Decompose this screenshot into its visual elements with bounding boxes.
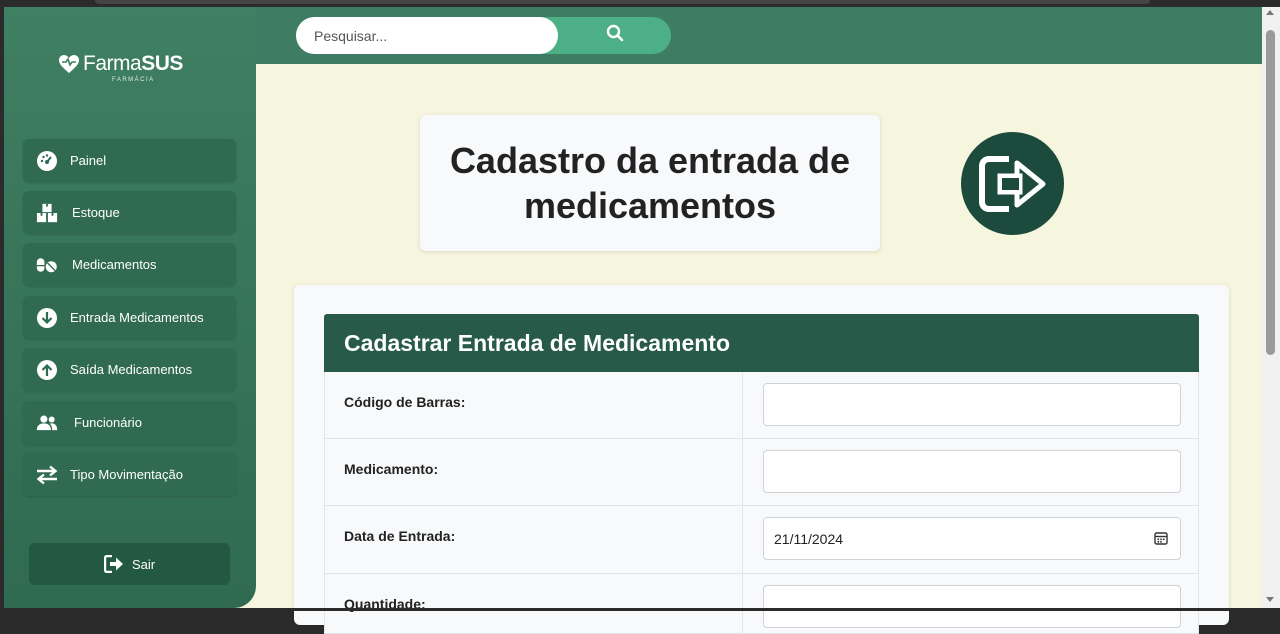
boxes-icon [36, 202, 58, 224]
scrollbar-thumb[interactable] [1266, 30, 1275, 355]
form-row-data-entrada: Data de Entrada: 21/11/2024 [324, 506, 1199, 574]
logo[interactable]: FarmaSUS [58, 52, 183, 76]
entry-date-value: 21/11/2024 [774, 530, 844, 547]
form-row-quantidade: Quantidade: [324, 574, 1199, 634]
entry-date-input[interactable]: 21/11/2024 [763, 517, 1181, 560]
form-header: Cadastrar Entrada de Medicamento [324, 314, 1199, 372]
arrow-down-circle-icon [36, 307, 58, 329]
field-label: Código de Barras: [325, 372, 743, 438]
sidebar-item-label: Medicamentos [72, 257, 157, 272]
logo-brand-regular: Farma [83, 52, 142, 75]
page-title-line1: Cadastro da entrada de [449, 140, 851, 181]
scroll-up-arrow-icon[interactable] [1266, 10, 1274, 15]
sidebar-item-label: Tipo Movimentação [70, 467, 183, 482]
search-button[interactable] [558, 17, 671, 54]
sidebar-item-tipo-movimentacao[interactable]: Tipo Movimentação [23, 453, 236, 496]
page-title: Cadastro da entrada de medicamentos [450, 138, 850, 228]
exchange-icon [36, 464, 58, 486]
sidebar-item-medicamentos[interactable]: Medicamentos [23, 243, 236, 286]
field-label: Data de Entrada: [325, 506, 743, 573]
calendar-icon[interactable] [1154, 531, 1168, 548]
dashboard-icon [36, 150, 58, 172]
search-icon [606, 24, 624, 47]
medication-input[interactable] [763, 450, 1181, 493]
sidebar-item-saida-medicamentos[interactable]: Saída Medicamentos [23, 348, 236, 391]
form-row-medicamento: Medicamento: [324, 439, 1199, 506]
sidebar-item-label: Painel [70, 153, 107, 168]
field-label: Quantidade: [325, 574, 743, 633]
field-label: Medicamento: [325, 439, 743, 505]
logo-brand-bold: SUS [141, 52, 183, 75]
browser-top-edge [0, 0, 1280, 7]
logout-label: Sair [131, 556, 156, 572]
browser-left-edge [0, 0, 4, 611]
sidebar-item-label: Saída Medicamentos [70, 362, 193, 377]
users-icon [36, 412, 58, 434]
pills-icon [36, 254, 58, 276]
sidebar-item-estoque[interactable]: Estoque [23, 191, 236, 234]
sidebar-item-entrada-medicamentos[interactable]: Entrada Medicamentos [23, 296, 236, 339]
sign-out-icon [103, 555, 124, 573]
heart-pulse-icon [58, 54, 80, 74]
entry-icon [961, 132, 1064, 235]
search-input[interactable] [296, 17, 558, 54]
sidebar-item-funcionario[interactable]: Funcionário [23, 401, 236, 444]
page-title-card: Cadastro da entrada de medicamentos [420, 115, 880, 251]
logout-button[interactable]: Sair [29, 543, 230, 585]
logo-subtitle: FARMÁCIA [112, 77, 155, 83]
arrow-up-circle-icon [36, 359, 58, 381]
sidebar-item-label: Entrada Medicamentos [70, 310, 204, 325]
barcode-input[interactable] [763, 383, 1181, 426]
sidebar-item-label: Estoque [72, 205, 120, 220]
quantity-input[interactable] [763, 585, 1181, 628]
sidebar-item-painel[interactable]: Painel [23, 139, 236, 182]
scroll-down-arrow-icon[interactable] [1266, 597, 1274, 602]
form-row-codigo-barras: Código de Barras: [324, 372, 1199, 439]
browser-top-handle [95, 0, 1150, 4]
page-title-line2: medicamentos [523, 185, 777, 226]
sidebar-item-label: Funcionário [74, 415, 142, 430]
